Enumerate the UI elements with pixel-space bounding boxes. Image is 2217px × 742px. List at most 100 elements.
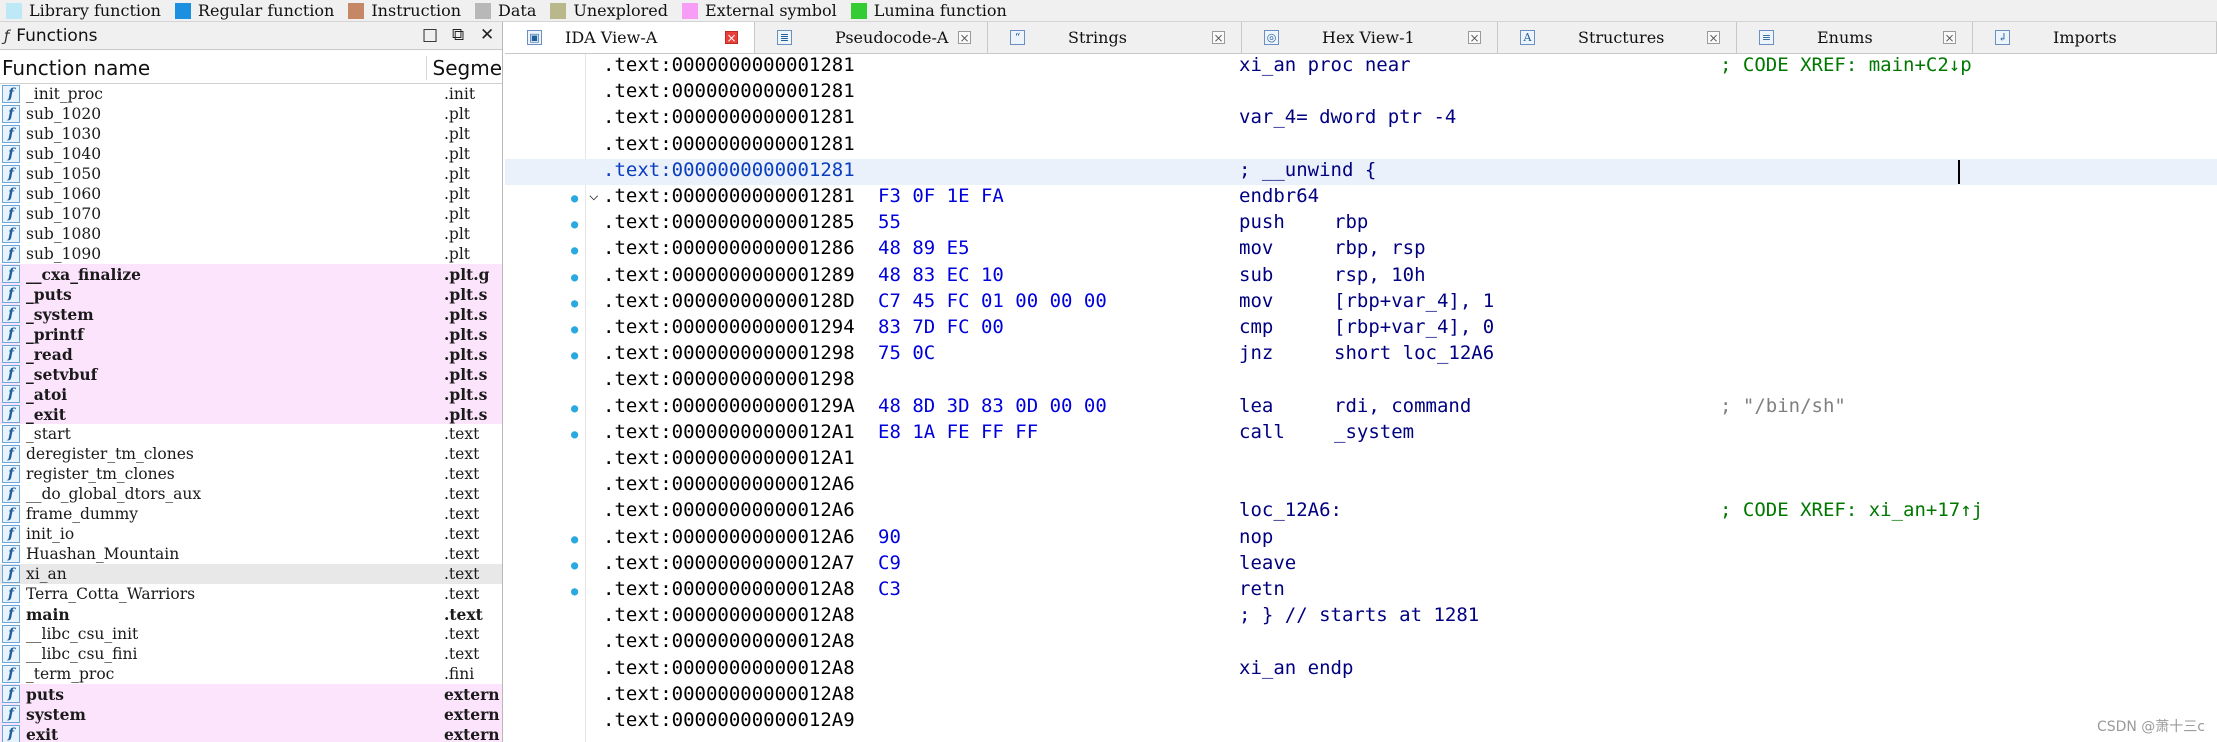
function-row[interactable]: f _term_proc .fini [0, 664, 502, 684]
disassembly-line[interactable]: ● .text:0000000000001298 75 0C jnz short loc… [505, 342, 2217, 368]
function-row[interactable]: f sub_1050 .plt [0, 164, 502, 184]
disassembly-line[interactable]: ● .text:00000000000012A8 C3 retn [505, 578, 2217, 604]
function-row[interactable]: f sub_1030 .plt [0, 124, 502, 144]
function-row[interactable]: f register_tm_clones .text [0, 464, 502, 484]
collapse-chevron-icon[interactable]: ⌵ [589, 185, 599, 204]
breakpoint-dot[interactable]: ● [571, 217, 578, 231]
disassembly-line[interactable]: .text:0000000000001281 ; __unwind { [505, 158, 2217, 185]
tab-close-icon[interactable]: × [1212, 31, 1225, 44]
function-row[interactable]: f _exit .plt.s [0, 404, 502, 424]
close-icon[interactable]: ✕ [480, 25, 494, 45]
legend-label: Unexplored [573, 1, 669, 20]
instruction-mnemonic: var_4= dword ptr -4 [1239, 106, 1457, 129]
disassembly-line[interactable]: .text:00000000000012A6 [505, 473, 2217, 499]
breakpoint-dot[interactable]: ● [571, 322, 578, 336]
breakpoint-dot[interactable]: ● [571, 401, 578, 415]
disassembly-line[interactable]: ● .text:00000000000012A7 C9 leave [505, 552, 2217, 578]
disassembly-view[interactable]: .text:0000000000001281 xi_an proc near ; C… [505, 54, 2217, 742]
disassembly-line[interactable]: .text:00000000000012A8 ; } // starts at 1… [505, 604, 2217, 630]
function-row[interactable]: f system extern [0, 704, 502, 724]
breakpoint-dot[interactable]: ● [571, 296, 578, 310]
breakpoint-dot[interactable]: ● [571, 348, 578, 362]
function-row[interactable]: f __do_global_dtors_aux .text [0, 484, 502, 504]
tab-enums[interactable]: ≡ Enums × [1737, 22, 1973, 53]
function-row[interactable]: f Terra_Cotta_Warriors .text [0, 584, 502, 604]
restore-icon[interactable]: ⧉ [452, 25, 464, 45]
function-row[interactable]: f _setvbuf .plt.s [0, 364, 502, 384]
disassembly-line[interactable]: .text:0000000000001281 xi_an proc near ; C… [505, 54, 2217, 80]
breakpoint-dot[interactable]: ● [571, 243, 578, 257]
disassembly-line[interactable]: .text:00000000000012A6 loc_12A6: ; CODE XR… [505, 499, 2217, 525]
function-row[interactable]: f puts extern [0, 684, 502, 704]
disassembly-line[interactable]: ● .text:0000000000001286 48 89 E5 mov rbp, r… [505, 237, 2217, 263]
disassembly-line[interactable]: ● .text:000000000000129A 48 8D 3D 83 0D 00… [505, 395, 2217, 421]
disassembly-line[interactable]: ● .text:0000000000001294 83 7D FC 00 cmp [rb… [505, 316, 2217, 342]
function-row[interactable]: f _printf .plt.s [0, 324, 502, 344]
breakpoint-dot[interactable]: ● [571, 191, 578, 205]
maximize-icon[interactable]: □ [422, 25, 438, 45]
disassembly-line[interactable]: ● .text:0000000000001285 55 push rbp [505, 211, 2217, 237]
disassembly-line[interactable]: .text:00000000000012A9 [505, 709, 2217, 735]
tab-close-icon[interactable]: × [1707, 31, 1720, 44]
function-row[interactable]: f __cxa_finalize .plt.g [0, 264, 502, 284]
column-segment[interactable]: Segme [425, 56, 502, 80]
function-row[interactable]: f xi_an .text [0, 564, 502, 584]
disassembly-line[interactable]: .text:0000000000001281 [505, 80, 2217, 106]
disassembly-line[interactable]: ● .text:00000000000012A6 90 nop [505, 526, 2217, 552]
function-row[interactable]: f sub_1060 .plt [0, 184, 502, 204]
tab-ida-view-a[interactable]: ▣ IDA View-A × [505, 22, 755, 53]
function-row[interactable]: f sub_1070 .plt [0, 204, 502, 224]
function-row[interactable]: f sub_1040 .plt [0, 144, 502, 164]
breakpoint-dot[interactable]: ● [571, 532, 578, 546]
tab-hex-view-1[interactable]: ◎ Hex View-1 × [1242, 22, 1498, 53]
function-row[interactable]: f frame_dummy .text [0, 504, 502, 524]
disassembly-line[interactable]: .text:00000000000012A8 [505, 683, 2217, 709]
breakpoint-dot[interactable]: ● [571, 427, 578, 441]
function-row[interactable]: f _read .plt.s [0, 344, 502, 364]
function-row[interactable]: f init_io .text [0, 524, 502, 544]
function-row[interactable]: f _puts .plt.s [0, 284, 502, 304]
function-row[interactable]: f sub_1090 .plt [0, 244, 502, 264]
function-row[interactable]: f _start .text [0, 424, 502, 444]
function-row[interactable]: f __libc_csu_fini .text [0, 644, 502, 664]
legend-item: Library function [6, 1, 161, 20]
breakpoint-dot[interactable]: ● [571, 270, 578, 284]
tab-close-icon[interactable]: × [725, 31, 738, 44]
function-segment: .plt [444, 185, 471, 203]
function-row[interactable]: f deregister_tm_clones .text [0, 444, 502, 464]
function-row[interactable]: f main .text [0, 604, 502, 624]
function-row[interactable]: f _atoi .plt.s [0, 384, 502, 404]
function-row[interactable]: f sub_1080 .plt [0, 224, 502, 244]
disassembly-line[interactable]: ● .text:00000000000012A1 E8 1A FE FF FF cal… [505, 421, 2217, 447]
breakpoint-dot[interactable]: ● [571, 558, 578, 572]
legend-label: Lumina function [873, 1, 1007, 20]
function-icon: f [2, 365, 20, 383]
function-row[interactable]: f __libc_csu_init .text [0, 624, 502, 644]
function-row[interactable]: f _init_proc .init [0, 84, 502, 104]
disassembly-line[interactable]: .text:00000000000012A8 [505, 630, 2217, 656]
tab-structures[interactable]: A Structures × [1498, 22, 1737, 53]
disassembly-line[interactable]: ● .text:000000000000128D C7 45 FC 01 00 00… [505, 290, 2217, 316]
tab-close-icon[interactable]: × [958, 31, 971, 44]
breakpoint-dot[interactable]: ● [571, 584, 578, 598]
tab-imports[interactable]: ↲ Imports [1973, 22, 2217, 53]
disassembly-line[interactable]: ● ⌵ .text:0000000000001281 F3 0F 1E FA endbr… [505, 185, 2217, 211]
tab-strings[interactable]: “ Strings × [988, 22, 1242, 53]
line-address: .text:000000000000128D [603, 289, 855, 312]
function-row[interactable]: f _system .plt.s [0, 304, 502, 324]
disassembly-line[interactable]: ● .text:0000000000001289 48 83 EC 10 sub rsp… [505, 264, 2217, 290]
column-function-name[interactable]: Function name [0, 56, 426, 80]
tab-close-icon[interactable]: × [1943, 31, 1956, 44]
function-row[interactable]: f Huashan_Mountain .text [0, 544, 502, 564]
tab-close-icon[interactable]: × [1468, 31, 1481, 44]
disassembly-line[interactable]: .text:00000000000012A8 xi_an endp [505, 657, 2217, 683]
function-row[interactable]: f exit extern [0, 724, 502, 742]
tab-pseudocode-a[interactable]: ≣ Pseudocode-A × [755, 22, 988, 53]
pseudocode-icon: ≣ [777, 30, 792, 45]
instruction-mnemonic: push [1239, 211, 1285, 234]
disassembly-line[interactable]: .text:00000000000012A1 [505, 447, 2217, 473]
disassembly-line[interactable]: .text:0000000000001281 var_4= dword ptr -… [505, 106, 2217, 132]
function-row[interactable]: f sub_1020 .plt [0, 104, 502, 124]
disassembly-line[interactable]: .text:0000000000001281 [505, 133, 2217, 159]
disassembly-line[interactable]: .text:0000000000001298 [505, 368, 2217, 394]
